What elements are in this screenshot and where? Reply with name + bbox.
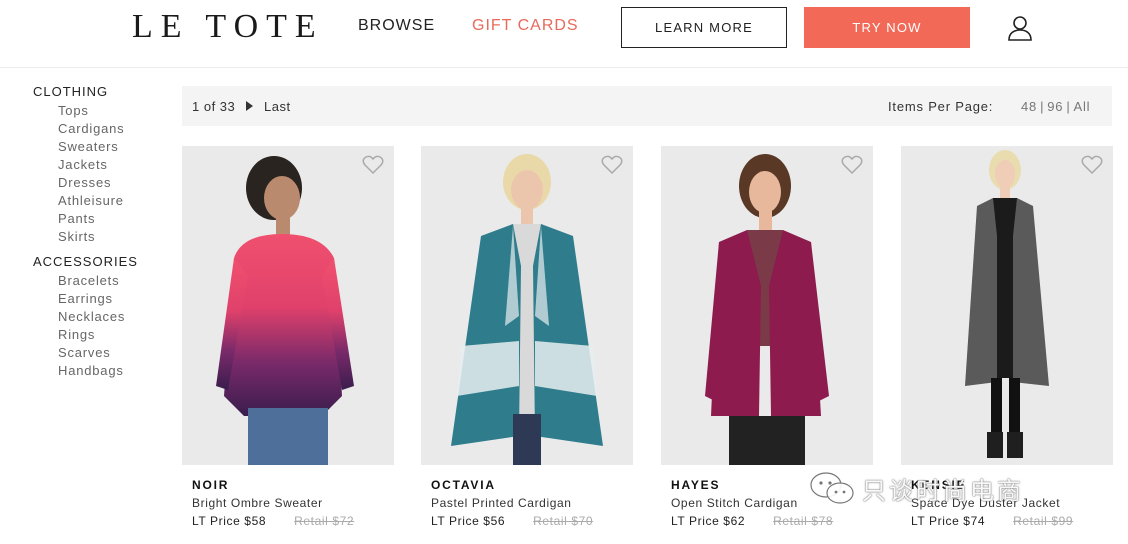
sidebar-item-cardigans[interactable]: Cardigans: [33, 120, 173, 138]
product-price-row: LT Price $74 Retail $99: [901, 514, 1113, 528]
favorite-heart-icon[interactable]: [601, 155, 623, 175]
site-logo[interactable]: LE TOTE: [132, 8, 324, 46]
items-per-page-label: Items Per Page:: [888, 99, 994, 114]
model-figure: [216, 156, 354, 465]
sidebar-item-pants[interactable]: Pants: [33, 210, 173, 228]
sidebar-item-earrings[interactable]: Earrings: [33, 290, 173, 308]
model-figure: [451, 154, 603, 465]
product-photo[interactable]: [182, 146, 394, 465]
sidebar-item-handbags[interactable]: Handbags: [33, 362, 173, 380]
favorite-heart-icon[interactable]: [362, 155, 384, 175]
retail-price: Retail $72: [294, 514, 355, 528]
items-per-page-options: 48 | 96 | All: [1021, 99, 1090, 114]
product-description[interactable]: Bright Ombre Sweater: [182, 496, 394, 510]
product-price-row: LT Price $56 Retail $70: [421, 514, 633, 528]
product-price-row: LT Price $62 Retail $78: [661, 514, 873, 528]
sidebar-item-skirts[interactable]: Skirts: [33, 228, 173, 246]
learn-more-button[interactable]: LEARN MORE: [621, 7, 787, 48]
nav-browse-link[interactable]: BROWSE: [358, 17, 435, 35]
clothing-heading[interactable]: CLOTHING: [33, 84, 173, 100]
sidebar-item-jackets[interactable]: Jackets: [33, 156, 173, 174]
watermark: 只谈时尚电商: [808, 470, 1024, 506]
product-description[interactable]: Pastel Printed Cardigan: [421, 496, 633, 510]
product-price-row: LT Price $58 Retail $72: [182, 514, 394, 528]
sidebar-item-bracelets[interactable]: Bracelets: [33, 272, 173, 290]
next-page-arrow-icon[interactable]: [246, 101, 253, 111]
accessories-group: ACCESSORIES Bracelets Earrings Necklaces…: [33, 254, 173, 380]
accessories-heading[interactable]: ACCESSORIES: [33, 254, 173, 270]
per-page-all-option[interactable]: All: [1074, 99, 1091, 114]
lt-price: LT Price $58: [192, 514, 267, 528]
lt-price: LT Price $56: [431, 514, 506, 528]
pagination-bar: 1 of 33 Last Items Per Page: 48 | 96 | All: [182, 86, 1112, 126]
sidebar-item-sweaters[interactable]: Sweaters: [33, 138, 173, 156]
user-icon[interactable]: [1006, 14, 1034, 42]
product-name[interactable]: NOIR: [182, 478, 394, 492]
lt-price: LT Price $62: [671, 514, 746, 528]
sidebar-item-athleisure[interactable]: Athleisure: [33, 192, 173, 210]
site-header: LE TOTE BROWSE GIFT CARDS LEARN MORE TRY…: [0, 0, 1128, 68]
per-page-48-option[interactable]: 48: [1021, 99, 1037, 114]
sidebar-item-tops[interactable]: Tops: [33, 102, 173, 120]
retail-price: Retail $70: [533, 514, 594, 528]
last-page-link[interactable]: Last: [264, 99, 291, 114]
clothing-group: CLOTHING Tops Cardigans Sweaters Jackets…: [33, 84, 173, 246]
favorite-heart-icon[interactable]: [1081, 155, 1103, 175]
try-now-button[interactable]: TRY NOW: [804, 7, 970, 48]
product-photo[interactable]: [901, 146, 1113, 465]
product-card[interactable]: NOIR Bright Ombre Sweater LT Price $58 Re…: [182, 146, 394, 528]
per-page-96-option[interactable]: 96: [1047, 99, 1063, 114]
nav-gift-cards-link[interactable]: GIFT CARDS: [472, 17, 579, 35]
product-photo[interactable]: [661, 146, 873, 465]
product-name[interactable]: OCTAVIA: [421, 478, 633, 492]
lt-price: LT Price $74: [911, 514, 986, 528]
product-photo[interactable]: [421, 146, 633, 465]
watermark-text: 只谈时尚电商: [862, 477, 1024, 505]
sidebar-item-dresses[interactable]: Dresses: [33, 174, 173, 192]
retail-price: Retail $78: [773, 514, 834, 528]
product-card[interactable]: OCTAVIA Pastel Printed Cardigan LT Price…: [421, 146, 633, 528]
favorite-heart-icon[interactable]: [841, 155, 863, 175]
wechat-icon: [810, 472, 854, 504]
page-count: 1 of 33: [192, 99, 236, 114]
retail-price: Retail $99: [1013, 514, 1074, 528]
category-sidebar: CLOTHING Tops Cardigans Sweaters Jackets…: [33, 84, 173, 380]
separator: |: [1040, 99, 1045, 114]
model-figure: [705, 154, 829, 465]
model-figure: [965, 150, 1049, 458]
separator: |: [1066, 99, 1071, 114]
sidebar-item-scarves[interactable]: Scarves: [33, 344, 173, 362]
sidebar-item-rings[interactable]: Rings: [33, 326, 173, 344]
sidebar-item-necklaces[interactable]: Necklaces: [33, 308, 173, 326]
